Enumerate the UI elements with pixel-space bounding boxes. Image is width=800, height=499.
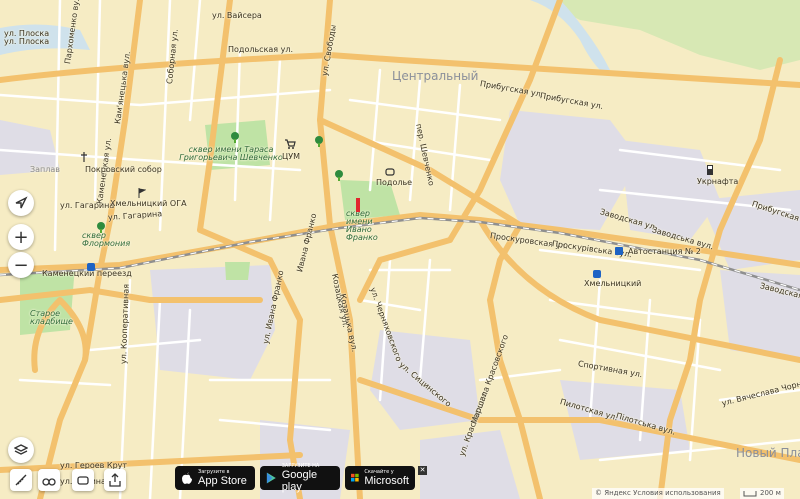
cross-icon (81, 152, 87, 162)
train-icon (593, 270, 601, 278)
poi-label-station: Хмельницкий (584, 279, 642, 288)
ruler-button[interactable] (10, 469, 32, 491)
close-badges-button[interactable]: ✕ (418, 466, 427, 475)
train-icon (87, 263, 95, 271)
windows-icon (351, 473, 359, 482)
apple-icon (182, 472, 192, 484)
app-store-button[interactable]: Загрузите в App Store (175, 466, 255, 490)
scale-ruler-icon (743, 491, 757, 497)
poi-label-oga: Хмельницкий ОГА (110, 199, 187, 208)
tree-icon (335, 170, 343, 181)
building-icon (385, 168, 395, 176)
poi-label-franko-square: сквер имени Ивано Франко (346, 209, 378, 242)
tree-icon (315, 136, 323, 147)
poi-label-ukrnafta: Укрнафта (697, 177, 739, 186)
shopping-cart-icon (285, 139, 296, 149)
poi-label-shevchenko-square: сквер имени Тараса Григорьевича Шевченко (179, 145, 283, 162)
district-label: Новый План (736, 446, 800, 460)
district-label: Центральный (392, 69, 479, 83)
zoom-out-button[interactable]: − (8, 252, 34, 278)
poi-label-tsum: ЦУМ (282, 152, 300, 161)
poi-label-bus-station: Автостанция № 2 (628, 247, 701, 256)
district-label: Заплав (30, 165, 60, 174)
zoom-in-button[interactable]: + (8, 224, 34, 250)
binoculars-icon (42, 478, 56, 486)
street-label: ул. Гагарина (60, 201, 115, 210)
street-label: Подольская ул. (228, 45, 294, 54)
navigate-icon (15, 196, 28, 209)
close-icon: ✕ (419, 466, 426, 474)
layers-button[interactable] (8, 437, 34, 463)
bus-icon (615, 247, 623, 255)
gas-station-icon (707, 165, 713, 175)
share-icon (109, 473, 121, 487)
google-play-icon (266, 472, 276, 484)
street-label: ул. Плоска (4, 29, 50, 38)
poi-label-cemetery: Старое кладбище (30, 309, 73, 326)
minus-icon: − (13, 254, 29, 276)
panorama-button[interactable] (38, 469, 60, 491)
layers-icon (14, 444, 28, 455)
map-pin-icon[interactable] (354, 198, 362, 214)
locate-button[interactable] (8, 190, 34, 216)
poi-label-flormonia: сквер Флормония (82, 231, 131, 248)
copyright-text[interactable]: © Яндекс Условия использования (592, 488, 724, 499)
ruler-icon (15, 474, 27, 486)
scale-bar: 200 м (740, 488, 784, 499)
microsoft-store-button[interactable]: Скачайте у Microsoft (345, 466, 415, 490)
street-label: ул. Вайсера (212, 11, 262, 20)
flag-icon (138, 188, 146, 198)
tree-icon (97, 222, 105, 233)
poi-label-cathedral: Покровский собор (85, 165, 162, 174)
plus-icon: + (13, 226, 29, 248)
street-label: ул. Плоска (4, 37, 50, 46)
google-play-button[interactable]: ЗАГРУЗИТЕ НА Google play (260, 463, 340, 493)
poi-label-podolye: Подолье (376, 178, 413, 187)
car-icon (77, 476, 89, 485)
traffic-button[interactable] (72, 469, 94, 491)
tree-icon (231, 132, 239, 143)
share-button[interactable] (104, 469, 126, 491)
